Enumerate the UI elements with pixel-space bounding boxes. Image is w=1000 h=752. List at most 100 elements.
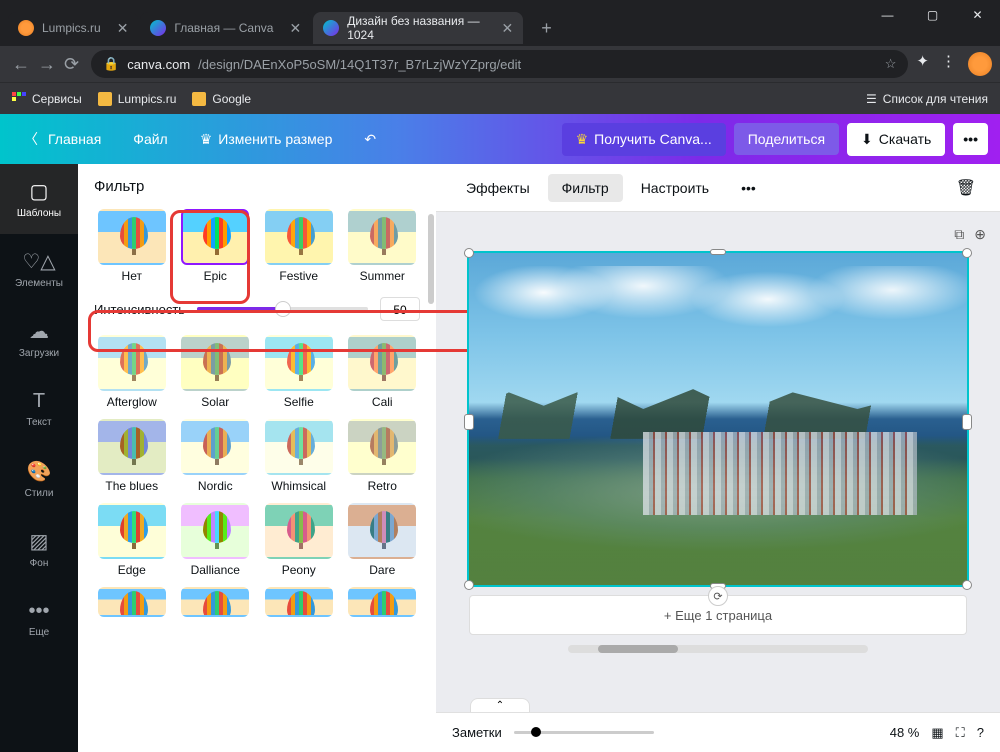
star-icon[interactable]: ☆ — [885, 56, 897, 72]
download-icon: ⬇ — [861, 131, 873, 148]
home-button[interactable]: 〈Главная — [12, 121, 113, 157]
filter-нет[interactable]: Нет — [94, 209, 170, 283]
crown-icon: ♛ — [576, 131, 589, 148]
selected-image[interactable] — [469, 253, 967, 585]
tab-canva-home[interactable]: Главная — Canva ✕ — [140, 12, 311, 44]
add-page-button[interactable]: ⟳ + Еще 1 страница — [469, 595, 967, 635]
reading-list-button[interactable]: ☰Список для чтения — [866, 92, 988, 106]
fullscreen-icon[interactable]: ⛶ — [956, 725, 965, 741]
collapse-tab[interactable]: ⌃ — [470, 698, 530, 712]
grid-view-icon[interactable]: ▦ — [931, 725, 943, 741]
filter-festive[interactable]: Festive — [261, 209, 337, 283]
filter-label: Whimsical — [271, 479, 326, 493]
filter-label: Selfie — [284, 395, 314, 409]
resize-handle[interactable] — [464, 414, 474, 430]
filter-label: Dare — [369, 563, 395, 577]
filter-tab[interactable]: Фильтр — [548, 174, 623, 202]
resize-handle[interactable] — [962, 248, 972, 258]
sidebar-item-more[interactable]: •••Еще — [0, 584, 78, 654]
filter-cali[interactable]: Cali — [345, 335, 421, 409]
filter-summer[interactable]: Summer — [345, 209, 421, 283]
filter-retro[interactable]: Retro — [345, 419, 421, 493]
filter-thumbnail — [348, 209, 416, 265]
address-bar[interactable]: 🔒 canva.com/design/DAEnXoP5oSM/14Q1T37r_… — [91, 50, 908, 78]
resize-handle[interactable] — [464, 580, 474, 590]
notes-button[interactable]: Заметки — [452, 725, 502, 740]
filter-afterglow[interactable]: Afterglow — [94, 335, 170, 409]
filter-dalliance[interactable]: Dalliance — [178, 503, 254, 577]
bookmark-lumpics[interactable]: Lumpics.ru — [98, 92, 177, 106]
panel-scrollbar[interactable] — [428, 214, 434, 514]
sidebar-item-uploads[interactable]: ☁Загрузки — [0, 304, 78, 374]
intensity-slider[interactable] — [197, 307, 368, 311]
design-canvas[interactable] — [469, 253, 967, 585]
tab-canva-design[interactable]: Дизайн без названия — 1024 ✕ — [313, 12, 523, 44]
back-button[interactable]: ← — [12, 54, 30, 75]
bookmark-google[interactable]: Google — [192, 92, 251, 106]
tab-lumpics[interactable]: Lumpics.ru ✕ — [8, 12, 138, 44]
intensity-value[interactable]: 50 — [380, 297, 420, 321]
filter-epic[interactable]: Epic — [178, 209, 254, 283]
download-button[interactable]: ⬇Скачать — [847, 123, 945, 156]
close-tab-icon[interactable]: ✕ — [117, 20, 129, 37]
resize-handle[interactable] — [710, 249, 726, 255]
undo-button[interactable]: ↶ — [352, 123, 388, 156]
filter-selfie[interactable]: Selfie — [261, 335, 337, 409]
minimize-button[interactable]: — — [865, 0, 910, 30]
filter-thumbnail — [265, 209, 333, 265]
menu-icon[interactable]: ⋮ — [941, 52, 956, 76]
tab-title: Главная — Canva — [174, 21, 273, 35]
resize-handle[interactable] — [962, 580, 972, 590]
resize-handle[interactable] — [464, 248, 474, 258]
share-button[interactable]: Поделиться — [734, 123, 839, 155]
add-page-icon[interactable]: ⊕ — [974, 226, 986, 243]
forward-button[interactable]: → — [38, 54, 56, 75]
window-controls: — ▢ ✕ — [865, 0, 1000, 40]
sidebar-item-background[interactable]: ▨Фон — [0, 514, 78, 584]
filter-thumbnail — [265, 335, 333, 391]
adjust-tab[interactable]: Настроить — [627, 174, 723, 202]
resize-handle[interactable] — [962, 414, 972, 430]
filter-peony[interactable]: Peony — [261, 503, 337, 577]
sidebar-item-templates[interactable]: ▢Шаблоны — [0, 164, 78, 234]
extension-icon[interactable]: ✦ — [916, 52, 929, 76]
horizontal-scrollbar[interactable] — [568, 645, 868, 653]
filter-thumbnail — [181, 419, 249, 475]
palette-icon: 🎨 — [27, 459, 52, 484]
filter-nordic[interactable]: Nordic — [178, 419, 254, 493]
more-button[interactable]: ••• — [953, 123, 988, 155]
more-icon: ••• — [28, 600, 49, 623]
zoom-slider[interactable] — [514, 731, 654, 734]
sidebar-item-text[interactable]: TТекст — [0, 374, 78, 444]
more-toolbar-button[interactable]: ••• — [727, 174, 770, 202]
filter-thumbnail — [181, 335, 249, 391]
filter-dare[interactable]: Dare — [345, 503, 421, 577]
close-tab-icon[interactable]: ✕ — [289, 20, 301, 37]
bookmark-services[interactable]: Сервисы — [12, 92, 82, 106]
reload-button[interactable]: ⟳ — [64, 54, 79, 75]
new-tab-button[interactable]: + — [533, 14, 560, 43]
refresh-icon[interactable]: ⟳ — [708, 586, 728, 606]
get-pro-button[interactable]: ♛Получить Canva... — [562, 123, 726, 156]
maximize-button[interactable]: ▢ — [910, 0, 955, 30]
favicon-orange-icon — [18, 20, 34, 36]
filter-the-blues[interactable]: The blues — [94, 419, 170, 493]
help-icon[interactable]: ? — [977, 725, 984, 740]
close-window-button[interactable]: ✕ — [955, 0, 1000, 30]
delete-button[interactable]: 🗑 — [948, 172, 984, 204]
intensity-label: Интенсивность — [94, 302, 185, 317]
effects-tab[interactable]: Эффекты — [452, 174, 544, 202]
canvas-area: Эффекты Фильтр Настроить ••• 🗑 ⧉ ⊕ — [436, 164, 1000, 752]
resize-button[interactable]: ♛Изменить размер — [188, 123, 345, 156]
sidebar-item-elements[interactable]: ♡△Элементы — [0, 234, 78, 304]
filter-thumbnail — [348, 419, 416, 475]
profile-avatar[interactable] — [968, 52, 992, 76]
sidebar-item-styles[interactable]: 🎨Стили — [0, 444, 78, 514]
filter-solar[interactable]: Solar — [178, 335, 254, 409]
file-menu[interactable]: Файл — [121, 123, 179, 155]
duplicate-page-icon[interactable]: ⧉ — [954, 226, 964, 243]
close-tab-icon[interactable]: ✕ — [501, 20, 513, 37]
filter-edge[interactable]: Edge — [94, 503, 170, 577]
filter-label: Festive — [279, 269, 318, 283]
filter-whimsical[interactable]: Whimsical — [261, 419, 337, 493]
